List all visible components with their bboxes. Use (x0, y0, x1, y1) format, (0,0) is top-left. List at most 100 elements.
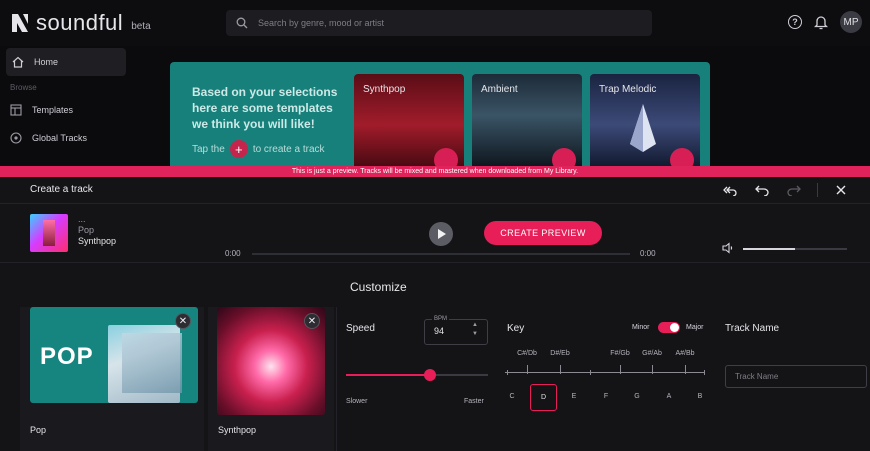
search-bar[interactable] (226, 10, 652, 36)
chevron-up-icon[interactable]: ▲ (472, 321, 478, 330)
sidebar-item-templates[interactable]: Templates (0, 96, 132, 124)
soundful-app: soundful beta ? MP Home Browse (0, 0, 870, 451)
beta-badge: beta (131, 20, 151, 32)
key-tick (620, 365, 621, 374)
faster-label: Faster (464, 398, 484, 405)
soundful-logo[interactable]: soundful beta (10, 10, 151, 36)
key-note-b[interactable]: B (698, 393, 703, 400)
sidebar-item-global-tracks[interactable]: Global Tracks (0, 124, 132, 152)
preview-notice: This is just a preview. Tracks will be m… (0, 166, 870, 177)
search-icon (236, 17, 248, 29)
play-button[interactable] (429, 222, 453, 246)
key-tick (704, 370, 705, 375)
time-current: 0:00 (225, 249, 241, 258)
key-note-a[interactable]: A (667, 393, 672, 400)
toggle-knob (670, 323, 679, 332)
header-separator (817, 183, 818, 197)
customize-title: Customize (350, 280, 407, 294)
key-sharp-g-sharp[interactable]: G#/Ab (642, 350, 662, 357)
key-sharp-f-sharp[interactable]: F#/Gb (610, 350, 629, 357)
speed-slider[interactable] (346, 369, 488, 381)
slower-label: Slower (346, 398, 368, 405)
template-name: Synthpop (363, 84, 406, 95)
track-title: ... (78, 214, 86, 224)
template-card-synthpop[interactable]: Synthpop (354, 74, 464, 166)
create-track-modal: Create a track ... Pop Synthpop CREATE P… (0, 177, 870, 451)
track-meta: ... Pop Synthpop (78, 214, 116, 247)
globe-icon (10, 132, 22, 144)
key-sharp-a-sharp[interactable]: A#/Bb (675, 350, 694, 357)
bpm-value[interactable]: 94 (434, 326, 444, 336)
remove-genre-close-icon[interactable]: ✕ (175, 313, 191, 329)
top-bar: soundful beta ? MP (0, 0, 870, 46)
template-card-trap-melodic[interactable]: Trap Melodic (590, 74, 700, 166)
volume-icon[interactable] (722, 242, 734, 254)
waveform-icon[interactable] (552, 148, 576, 166)
time-total: 0:00 (640, 249, 656, 258)
panel-divider (336, 307, 337, 451)
key-sharp-d-sharp[interactable]: D#/Eb (550, 350, 569, 357)
track-genre: Pop (78, 225, 95, 235)
key-note-e[interactable]: E (572, 393, 577, 400)
tap-prefix: Tap the (192, 143, 225, 155)
plus-icon: + (229, 140, 248, 158)
minor-label: Minor (632, 324, 650, 331)
speed-label: Speed (346, 323, 375, 334)
modal-actions (721, 181, 850, 199)
genre-card-pop[interactable]: POP ✕ Pop (20, 307, 204, 451)
volume-fill (743, 248, 795, 250)
redo-icon[interactable] (785, 181, 803, 199)
create-preview-button[interactable]: CREATE PREVIEW (484, 221, 602, 245)
bell-icon[interactable] (814, 15, 828, 30)
soundful-logo-icon (12, 14, 28, 32)
key-tick (560, 365, 561, 374)
home-icon (12, 56, 24, 68)
key-note-d-selected[interactable]: D (530, 384, 557, 411)
sidebar-item-label: Home (34, 57, 59, 67)
play-icon (438, 229, 446, 239)
genre-card-label: Pop (30, 425, 47, 435)
key-tick (652, 365, 653, 374)
key-note-f[interactable]: F (604, 393, 608, 400)
key-label: Key (507, 323, 525, 334)
minor-major-toggle[interactable] (658, 322, 680, 333)
waveform-icon[interactable] (670, 148, 694, 166)
question-circle-icon[interactable]: ? (788, 15, 802, 29)
key-sharp-c-sharp[interactable]: C#/Db (517, 350, 537, 357)
track-name-label: Track Name (725, 323, 780, 334)
close-icon[interactable] (832, 181, 850, 199)
key-scale-line (505, 372, 705, 373)
key-tick (685, 365, 686, 374)
search-input[interactable] (258, 18, 618, 28)
playback-progress-bar[interactable] (252, 253, 630, 255)
track-name-input[interactable] (725, 365, 867, 388)
volume-slider[interactable] (743, 248, 847, 250)
tap-suffix: to create a track (252, 143, 325, 155)
undo-icon[interactable] (753, 181, 771, 199)
sidebar: Home Browse Templates Global Tracks (0, 46, 132, 166)
user-avatar[interactable]: MP (840, 11, 862, 33)
track-template: Synthpop (78, 236, 117, 246)
template-card-label: Synthpop (218, 425, 257, 435)
sidebar-item-home[interactable]: Home (6, 48, 126, 76)
chevron-down-icon[interactable]: ▼ (472, 330, 478, 339)
waveform-icon[interactable] (434, 148, 458, 166)
speed-slider-thumb[interactable] (423, 369, 436, 381)
key-note-d: D (540, 394, 547, 401)
pop-photo-overlay (122, 333, 182, 393)
templates-icon (10, 104, 22, 116)
key-tick (590, 370, 591, 375)
remove-template-close-icon[interactable]: ✕ (304, 313, 320, 329)
template-card-synthpop-selected[interactable]: ✕ Synthpop (208, 307, 334, 451)
key-note-c[interactable]: C (509, 393, 514, 400)
template-card-ambient[interactable]: Ambient (472, 74, 582, 166)
template-name: Ambient (481, 84, 518, 95)
major-label: Major (686, 324, 704, 331)
sidebar-item-label: Templates (32, 105, 74, 115)
key-note-g[interactable]: G (634, 393, 639, 400)
banner-tap-hint: Tap the + to create a track (192, 140, 325, 158)
top-icons: ? MP (788, 11, 862, 33)
undo-all-icon[interactable] (721, 181, 739, 199)
logo-text: soundful (36, 10, 124, 35)
key-tick (507, 370, 508, 375)
